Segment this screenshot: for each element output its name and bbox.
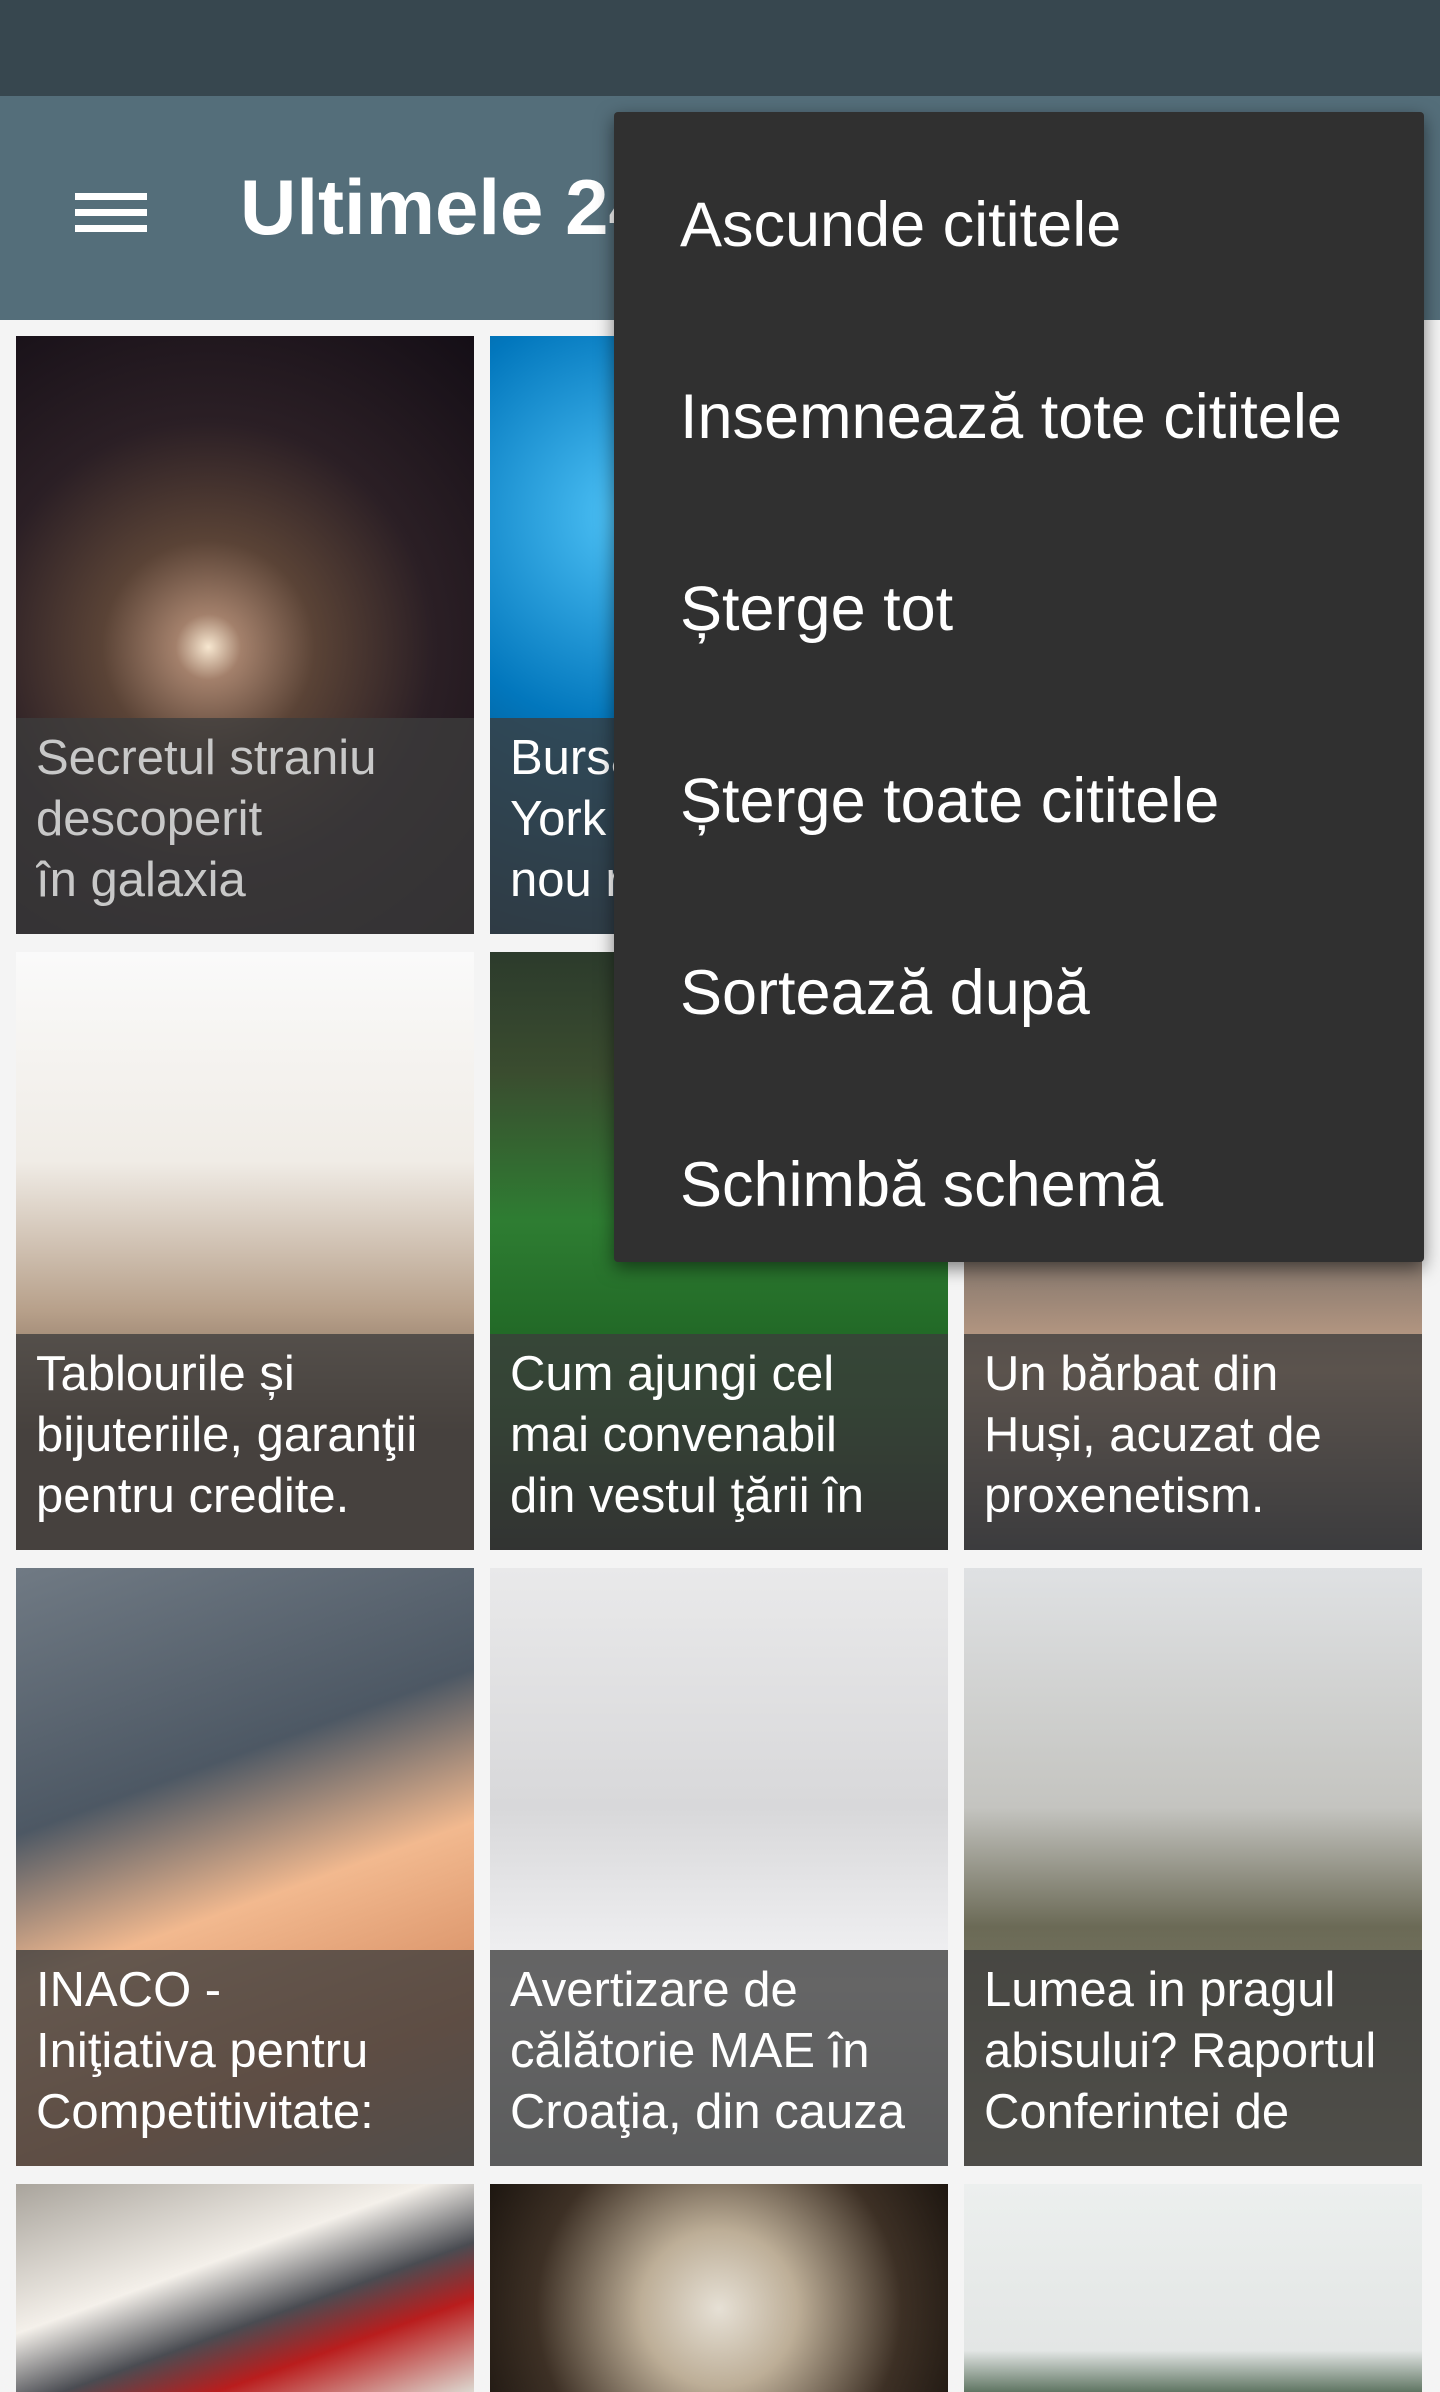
article-caption: Avertizare de călătorie MAE în Croaţia, … — [490, 1950, 948, 2166]
menu-item-hide-read[interactable]: Ascunde cititele — [614, 127, 1424, 319]
menu-item-label: Șterge toate cititele — [680, 766, 1220, 836]
article-title-line: mai convenabil — [510, 1408, 837, 1462]
menu-item-label: Șterge tot — [680, 574, 954, 644]
hamburger-menu-icon[interactable] — [60, 170, 160, 256]
article-title-line: Secretul straniu — [36, 731, 377, 785]
menu-item-label: Ascunde cititele — [680, 190, 1122, 260]
article-tile[interactable] — [16, 2184, 474, 2392]
menu-item-label: Sortează după — [680, 958, 1090, 1028]
article-tile[interactable]: Tablourile și bijuteriile, garanţii pent… — [16, 952, 474, 1550]
article-caption: Lumea in pragul abisului? Raportul Confe… — [964, 1950, 1422, 2166]
article-caption: Tablourile și bijuteriile, garanţii pent… — [16, 1334, 474, 1550]
article-title-line: Lumea in pragul — [984, 1963, 1336, 2017]
article-title-line: în galaxia — [36, 853, 246, 907]
article-tile[interactable] — [490, 2184, 948, 2392]
article-title-line: pentru credite. — [36, 1469, 350, 1523]
article-caption: INACO - Iniţiativa pentru Competitivitat… — [16, 1950, 474, 2166]
article-title-line: Avertizare de — [510, 1963, 798, 2017]
menu-item-mark-all-read[interactable]: Insemnează tote cititele — [614, 319, 1424, 511]
article-title-line: Tablourile și — [36, 1347, 295, 1401]
article-title-line: proxenetism. — [984, 1469, 1265, 1523]
article-image-police — [16, 2184, 474, 2392]
article-title-line: INACO - — [36, 1963, 222, 2017]
article-title-line: călătorie MAE în — [510, 2024, 870, 2078]
article-title-line: Conferintei de — [984, 2085, 1290, 2139]
menu-item-delete-read[interactable]: Șterge toate cititele — [614, 703, 1424, 895]
article-title-line: Cum ajungi cel — [510, 1347, 835, 1401]
article-title-line: abisului? Raportul — [984, 2024, 1377, 2078]
article-tile[interactable]: Secretul straniu descoperit în galaxia — [16, 336, 474, 934]
overflow-menu: Ascunde cititele Insemnează tote cititel… — [614, 112, 1424, 1262]
article-title-line: Competitivitate: — [36, 2085, 374, 2139]
article-caption: Secretul straniu descoperit în galaxia — [16, 718, 474, 934]
article-title-line: din vestul ţării în — [510, 1469, 865, 1523]
article-caption: Cum ajungi cel mai convenabil din vestul… — [490, 1334, 948, 1550]
article-title-line: descoperit — [36, 792, 263, 846]
article-title-line: Huși, acuzat de — [984, 1408, 1322, 1462]
article-tile[interactable]: Lumea in pragul abisului? Raportul Confe… — [964, 1568, 1422, 2166]
article-title-line: bijuteriile, garanţii — [36, 1408, 418, 1462]
article-title-line: Croaţia, din cauza — [510, 2085, 905, 2139]
menu-item-change-layout[interactable]: Schimbă schemă — [614, 1087, 1424, 1279]
article-tile[interactable]: INACO - Iniţiativa pentru Competitivitat… — [16, 1568, 474, 2166]
menu-item-delete-all[interactable]: Șterge tot — [614, 511, 1424, 703]
status-bar — [0, 0, 1440, 96]
menu-item-label: Schimbă schemă — [680, 1150, 1164, 1220]
menu-item-label: Insemnează tote cititele — [680, 382, 1342, 452]
article-tile[interactable]: Avertizare de călătorie MAE în Croaţia, … — [490, 1568, 948, 2166]
menu-item-sort-by[interactable]: Sortează după — [614, 895, 1424, 1087]
article-title-line: Un bărbat din — [984, 1347, 1279, 1401]
article-caption: Un bărbat din Huși, acuzat de proxenetis… — [964, 1334, 1422, 1550]
article-image — [964, 2184, 1422, 2392]
article-image-tunnel — [490, 2184, 948, 2392]
article-title-line: Iniţiativa pentru — [36, 2024, 369, 2078]
article-tile[interactable] — [964, 2184, 1422, 2392]
